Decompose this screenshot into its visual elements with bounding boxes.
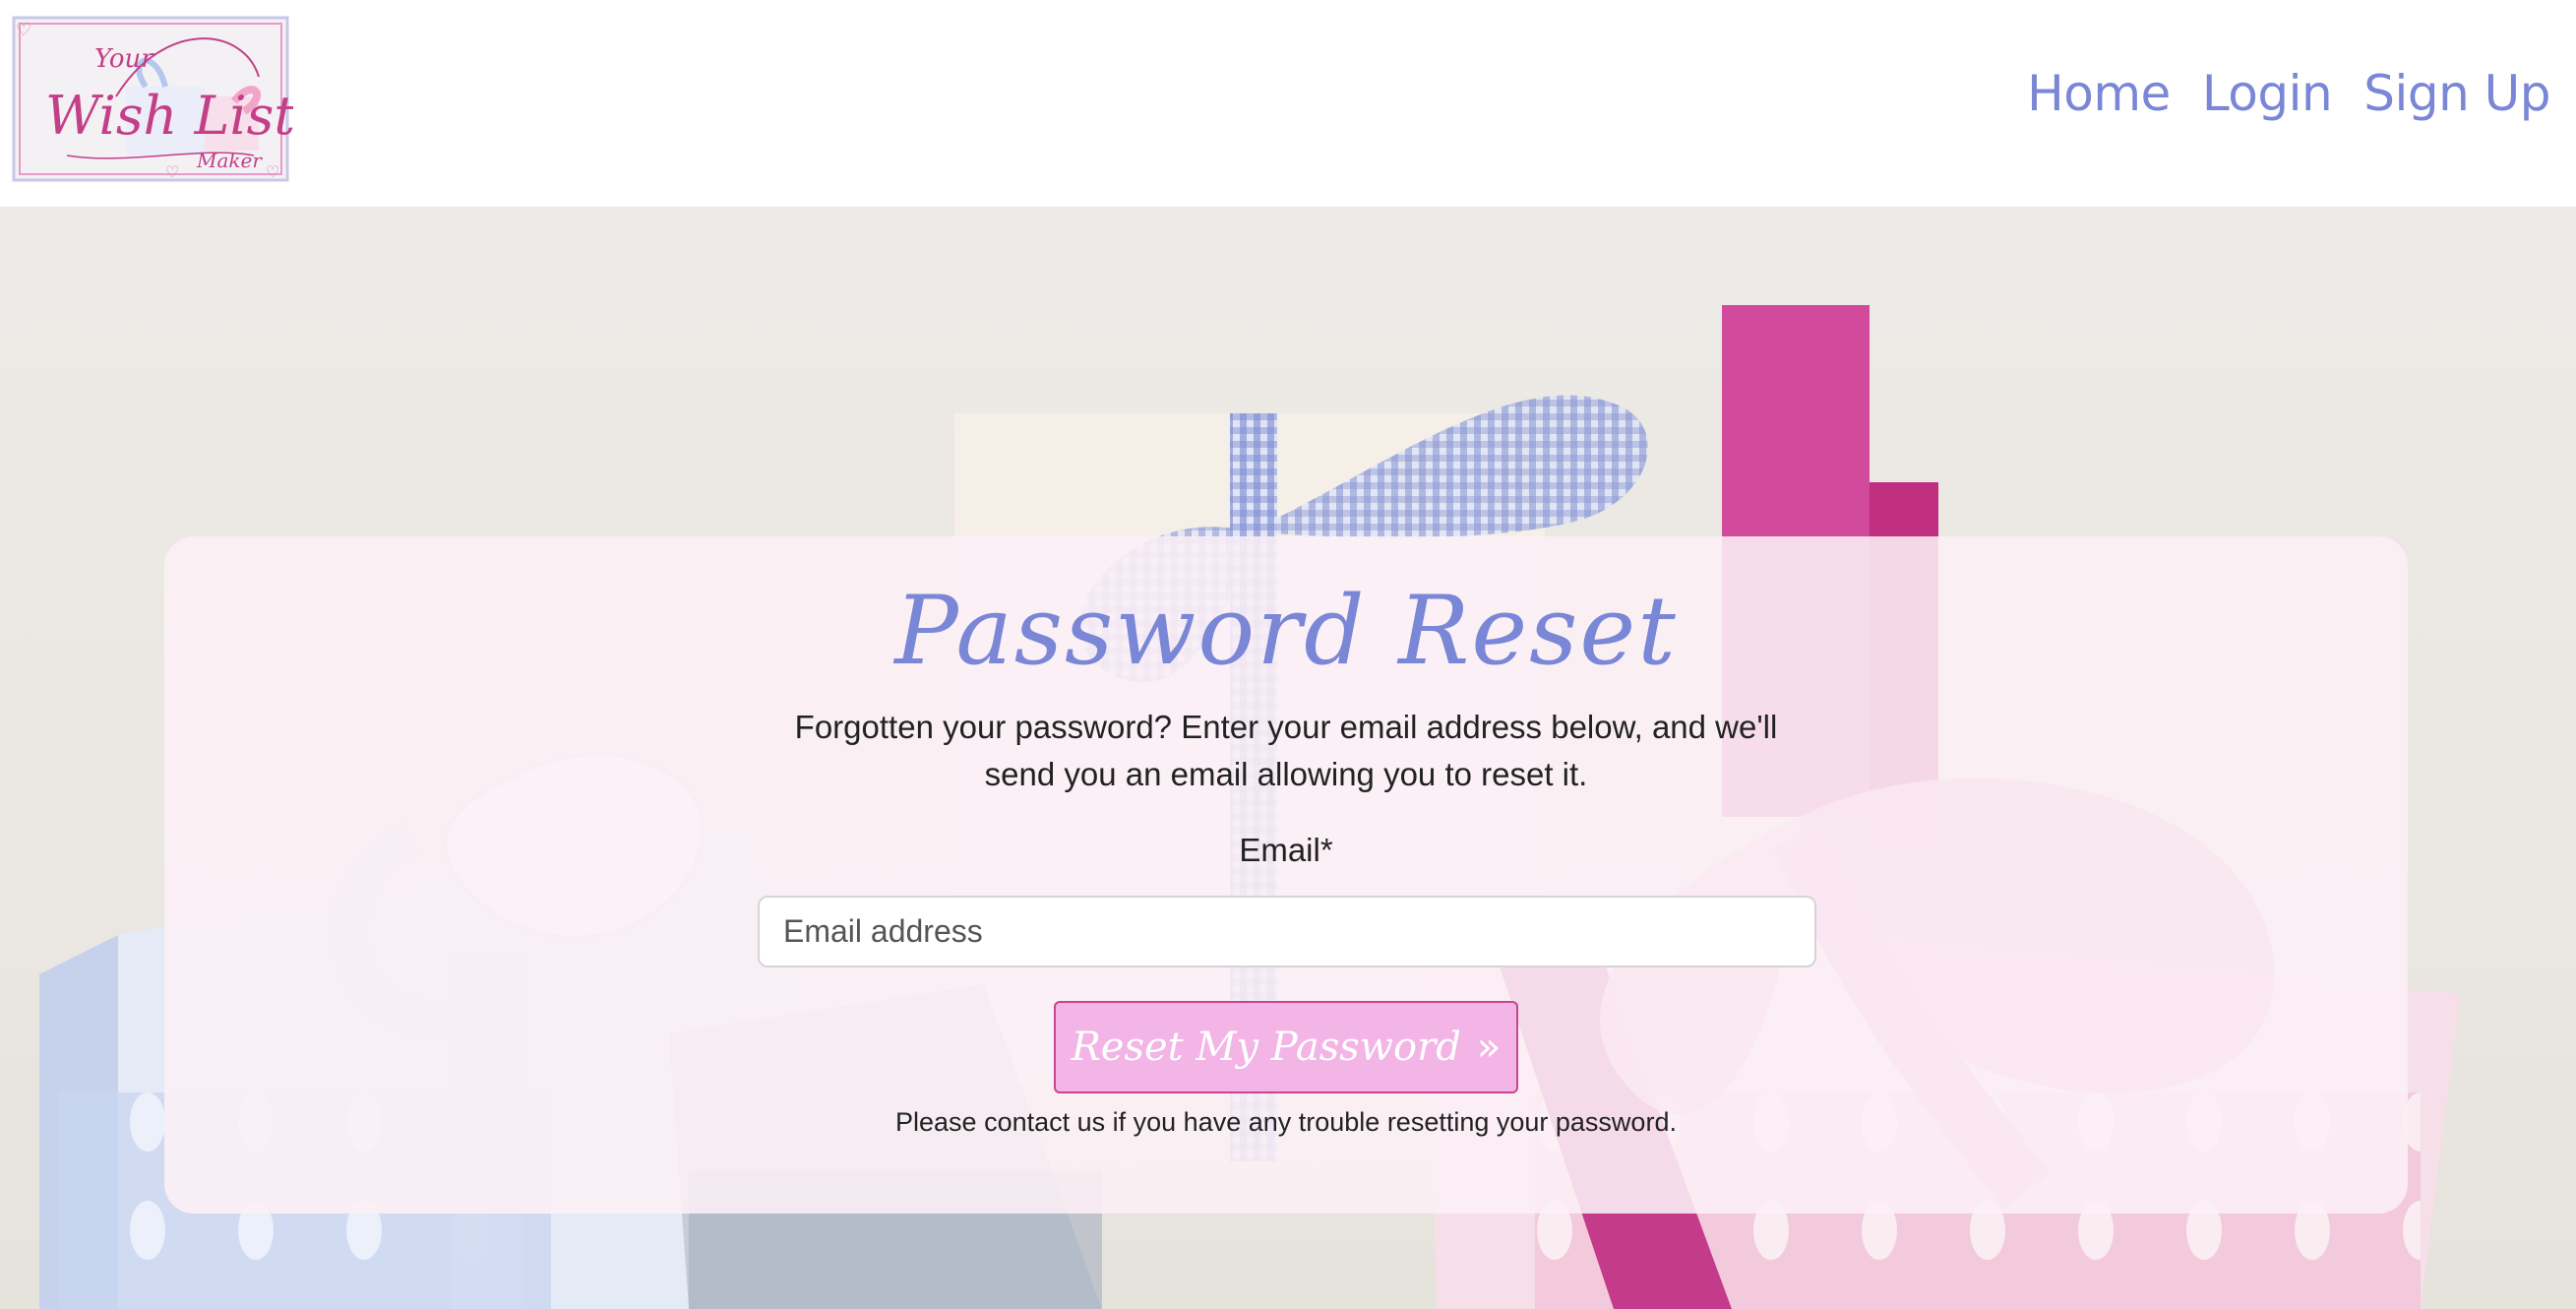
svg-text:♡: ♡ [16, 20, 31, 40]
logo-graphic: ♡ ♡ ♡ Your Wish List Maker [12, 16, 295, 182]
double-chevron-right-icon: » [1476, 1025, 1502, 1070]
email-input[interactable] [758, 896, 1816, 967]
nav-signup-link[interactable]: Sign Up [2363, 65, 2550, 122]
reset-button-label: Reset My Password [1071, 1025, 1461, 1070]
logo-text-your: Your [94, 44, 154, 74]
logo-text-maker: Maker [196, 149, 263, 172]
reset-instructions: Forgotten your password? Enter your emai… [794, 709, 1778, 792]
logo-text-wish-list: Wish List [45, 85, 293, 147]
nav-home-link[interactable]: Home [2027, 65, 2171, 122]
reset-password-button[interactable]: Reset My Password » [1054, 1001, 1518, 1093]
nav-login-link[interactable]: Login [2202, 65, 2333, 122]
main-nav: Home Login Sign Up [2027, 65, 2550, 122]
email-label: Email* [1239, 832, 1333, 868]
contact-note: Please contact us if you have any troubl… [895, 1107, 1677, 1137]
page-title: Password Reset [894, 576, 1678, 686]
site-header: ♡ ♡ ♡ Your Wish List Maker Home Login Si… [0, 0, 2576, 207]
svg-text:♡: ♡ [165, 162, 179, 181]
wish-list-maker-logo[interactable]: ♡ ♡ ♡ Your Wish List Maker [8, 8, 295, 190]
password-reset-card: Password Reset Forgotten your password? … [164, 536, 2408, 1214]
svg-text:♡: ♡ [266, 162, 279, 181]
